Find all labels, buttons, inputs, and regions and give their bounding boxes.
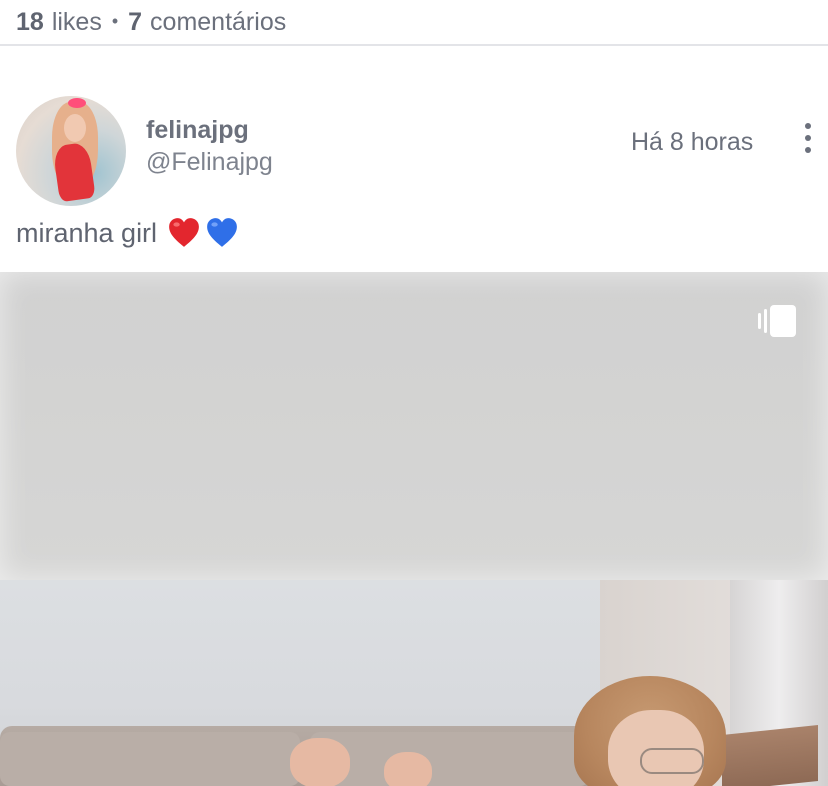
avatar-face [64,114,86,142]
comments-count[interactable]: 7 [128,8,142,37]
photo-cushion [310,732,590,786]
more-dot-icon [805,123,811,129]
post-media[interactable] [0,272,828,786]
caption-text: miranha girl [16,217,158,248]
post-header: felinajpg @Felinajpg Há 8 horas [0,94,828,206]
comments-label[interactable]: comentários [150,8,286,37]
red-heart-icon [167,216,201,250]
avatar[interactable] [16,96,126,206]
blue-heart-icon [205,216,239,250]
user-handle[interactable]: @Felinajpg [146,148,273,177]
carousel-icon [758,304,798,338]
likes-label[interactable]: likes [52,8,102,37]
avatar-bow [68,98,86,108]
post-photo [0,580,828,786]
post-timestamp: Há 8 horas [631,128,754,156]
username[interactable]: felinajpg [146,116,249,145]
post-caption: miranha girl [16,216,239,250]
likes-count[interactable]: 18 [16,8,44,37]
photo-glasses [640,748,704,774]
photo-foot [290,738,350,786]
stats-separator: • [111,10,119,31]
blurred-media-area [0,272,828,580]
photo-box [722,724,818,786]
more-options-button[interactable] [796,120,820,156]
photo-cushion [0,732,300,786]
more-dot-icon [805,147,811,153]
post-stats-bar: 18 likes • 7 comentários [0,0,828,46]
more-dot-icon [805,135,811,141]
photo-foot [384,752,432,786]
